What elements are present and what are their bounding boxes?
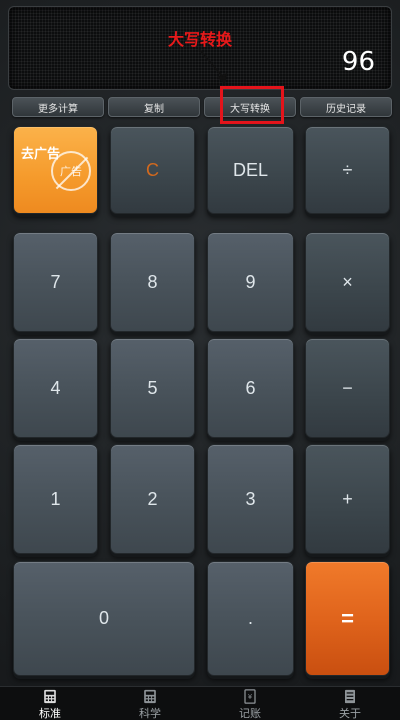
digit-0-button[interactable]: 0 [13,561,195,676]
nav-tab-standard[interactable]: 标准 [0,689,100,720]
minus-label: − [342,377,353,398]
decimal-point-label: . [247,608,253,628]
multiply-button[interactable]: × [305,232,390,332]
calculator-icon [44,689,56,704]
clear-button[interactable]: C [110,126,195,214]
digit-7-label: 7 [50,271,61,292]
digit-4-label: 4 [50,377,61,398]
annotation-highlight-box [220,86,284,124]
plus-label: + [342,488,353,509]
digit-9-label: 9 [245,271,256,292]
copy-button[interactable]: 复制 [108,97,200,117]
clear-label: C [146,159,159,180]
info-icon [345,689,355,704]
divide-button[interactable]: ÷ [305,126,390,214]
divide-label: ÷ [342,159,353,180]
digit-9-button[interactable]: 9 [207,232,294,332]
svg-text:¥: ¥ [248,693,252,701]
ad-stamp-icon: 广告 [51,151,91,191]
annotation-arrow-icon [198,48,227,85]
digit-1-button[interactable]: 1 [13,444,98,554]
function-row: 更多计算 复制 大写转换 历史记录 [10,97,394,119]
nav-tab-about[interactable]: 关于 [300,689,400,720]
delete-button[interactable]: DEL [207,126,294,214]
digit-7-button[interactable]: 7 [13,232,98,332]
nav-label-ledger: 记账 [239,708,261,720]
digit-5-label: 5 [147,377,158,398]
delete-label: DEL [232,159,268,180]
digit-5-button[interactable]: 5 [110,338,195,438]
digit-8-label: 8 [147,271,158,292]
digit-6-button[interactable]: 6 [207,338,294,438]
digit-8-button[interactable]: 8 [110,232,195,332]
plus-button[interactable]: + [305,444,390,554]
digit-4-button[interactable]: 4 [13,338,98,438]
digit-6-label: 6 [245,377,256,398]
decimal-point-button[interactable]: . [207,561,294,676]
display-value: 96 [341,47,375,77]
digit-2-button[interactable]: 2 [110,444,195,554]
nav-label-standard: 标准 [39,708,61,720]
nav-label-scientific: 科学 [139,708,161,720]
digit-2-label: 2 [147,488,158,509]
digit-0-label: 0 [98,608,109,628]
ledger-icon: ¥ [244,689,256,704]
more-calc-button[interactable]: 更多计算 [12,97,104,117]
nav-tab-scientific[interactable]: 科学 [100,689,200,720]
history-button[interactable]: 历史记录 [300,97,392,117]
equals-button[interactable]: = [305,561,390,676]
digit-3-button[interactable]: 3 [207,444,294,554]
digit-3-label: 3 [245,488,256,509]
equals-label: = [341,605,354,631]
remove-ads-button[interactable]: 去广告 广告 [13,126,98,214]
scientific-calculator-icon [144,689,156,704]
digit-1-label: 1 [50,488,61,509]
bottom-navigation: 标准 科学 ¥ 记账 关于 [0,686,400,720]
minus-button[interactable]: − [305,338,390,438]
calculator-app: 96 大写转换 更多计算 复制 大写转换 历史记录 去广告 广告 C DEL ÷… [0,0,400,720]
nav-label-about: 关于 [339,708,361,720]
nav-tab-ledger[interactable]: ¥ 记账 [200,689,300,720]
multiply-label: × [342,271,353,292]
